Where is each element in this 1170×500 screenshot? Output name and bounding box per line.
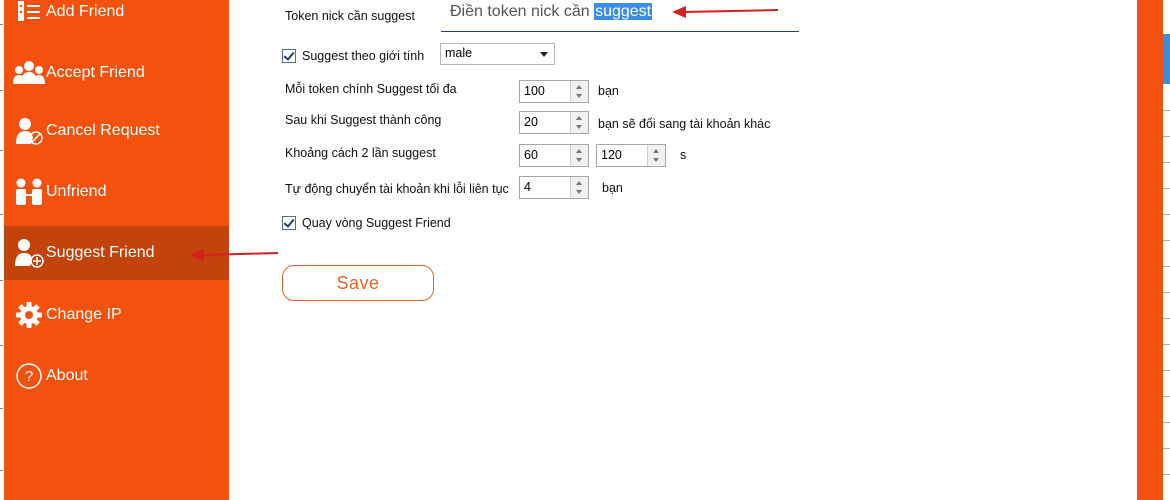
accept-friend-icon	[12, 58, 46, 88]
sidebar-item-add-friend[interactable]: Add Friend	[4, 0, 229, 39]
sidebar-item-about[interactable]: ? About	[4, 349, 229, 403]
unfriend-icon	[12, 177, 46, 207]
sidebar-item-change-ip[interactable]: Change IP	[4, 288, 229, 342]
interval-max-stepper[interactable]: 120	[596, 144, 666, 167]
suggest-friend-icon	[12, 238, 46, 268]
stepper-buttons[interactable]	[570, 112, 588, 133]
auto-switch-stepper[interactable]: 4	[519, 176, 589, 199]
annotation-arrow	[672, 6, 779, 18]
max-suggest-label: Mỗi token chính Suggest tối đa	[285, 82, 457, 96]
right-border	[1137, 0, 1163, 500]
sidebar-item-label: Cancel Request	[46, 122, 160, 139]
svg-text:?: ?	[25, 368, 33, 385]
gear-icon	[12, 300, 46, 330]
add-friend-icon	[12, 0, 46, 27]
after-success-unit: bạn sẽ đổi sang tài khoản khác	[598, 117, 771, 131]
stepper-buttons[interactable]	[570, 145, 588, 166]
stepper-buttons[interactable]	[647, 145, 665, 166]
interval-min-stepper[interactable]: 60	[519, 144, 589, 167]
sidebar-item-unfriend[interactable]: Unfriend	[4, 165, 229, 219]
token-label: Token nick cần suggest	[285, 9, 415, 23]
annotation-arrow	[190, 249, 279, 261]
token-placeholder: Điền token nick cần suggest	[450, 3, 653, 20]
sidebar-item-label: Accept Friend	[46, 64, 145, 81]
background-window-edge	[1163, 0, 1170, 500]
question-icon: ?	[12, 361, 46, 391]
gender-checkbox[interactable]	[282, 49, 296, 63]
stepper-buttons[interactable]	[570, 177, 588, 198]
loop-checkbox[interactable]	[282, 216, 296, 230]
loop-checkbox-label: Quay vòng Suggest Friend	[302, 216, 451, 230]
interval-unit: s	[680, 148, 687, 162]
chevron-down-icon	[540, 52, 548, 57]
after-success-label: Sau khi Suggest thành công	[285, 113, 442, 127]
interval-label: Khoảng cách 2 lần suggest	[285, 146, 436, 160]
cancel-request-icon	[12, 116, 46, 146]
after-success-stepper[interactable]: 20	[519, 111, 589, 134]
sidebar-item-label: Add Friend	[46, 3, 125, 20]
auto-switch-unit: bạn	[602, 181, 623, 195]
sidebar-item-cancel-request[interactable]: Cancel Request	[4, 104, 229, 158]
max-suggest-stepper[interactable]: 100	[519, 80, 589, 103]
stepper-buttons[interactable]	[570, 81, 588, 102]
sidebar-item-label: Suggest Friend	[46, 244, 155, 261]
save-button[interactable]: Save	[282, 265, 434, 301]
auto-switch-label: Tự động chuyển tài khoản khi lỗi liên tụ…	[285, 182, 509, 196]
max-suggest-unit: bạn	[598, 84, 619, 98]
gender-checkbox-label: Suggest theo giới tính	[302, 49, 425, 63]
sidebar-item-accept-friend[interactable]: Accept Friend	[4, 46, 229, 100]
sidebar-item-label: Unfriend	[46, 183, 107, 200]
sidebar-item-label: About	[46, 367, 88, 384]
sidebar-item-label: Change IP	[46, 306, 122, 323]
gender-select[interactable]: male	[440, 43, 555, 65]
